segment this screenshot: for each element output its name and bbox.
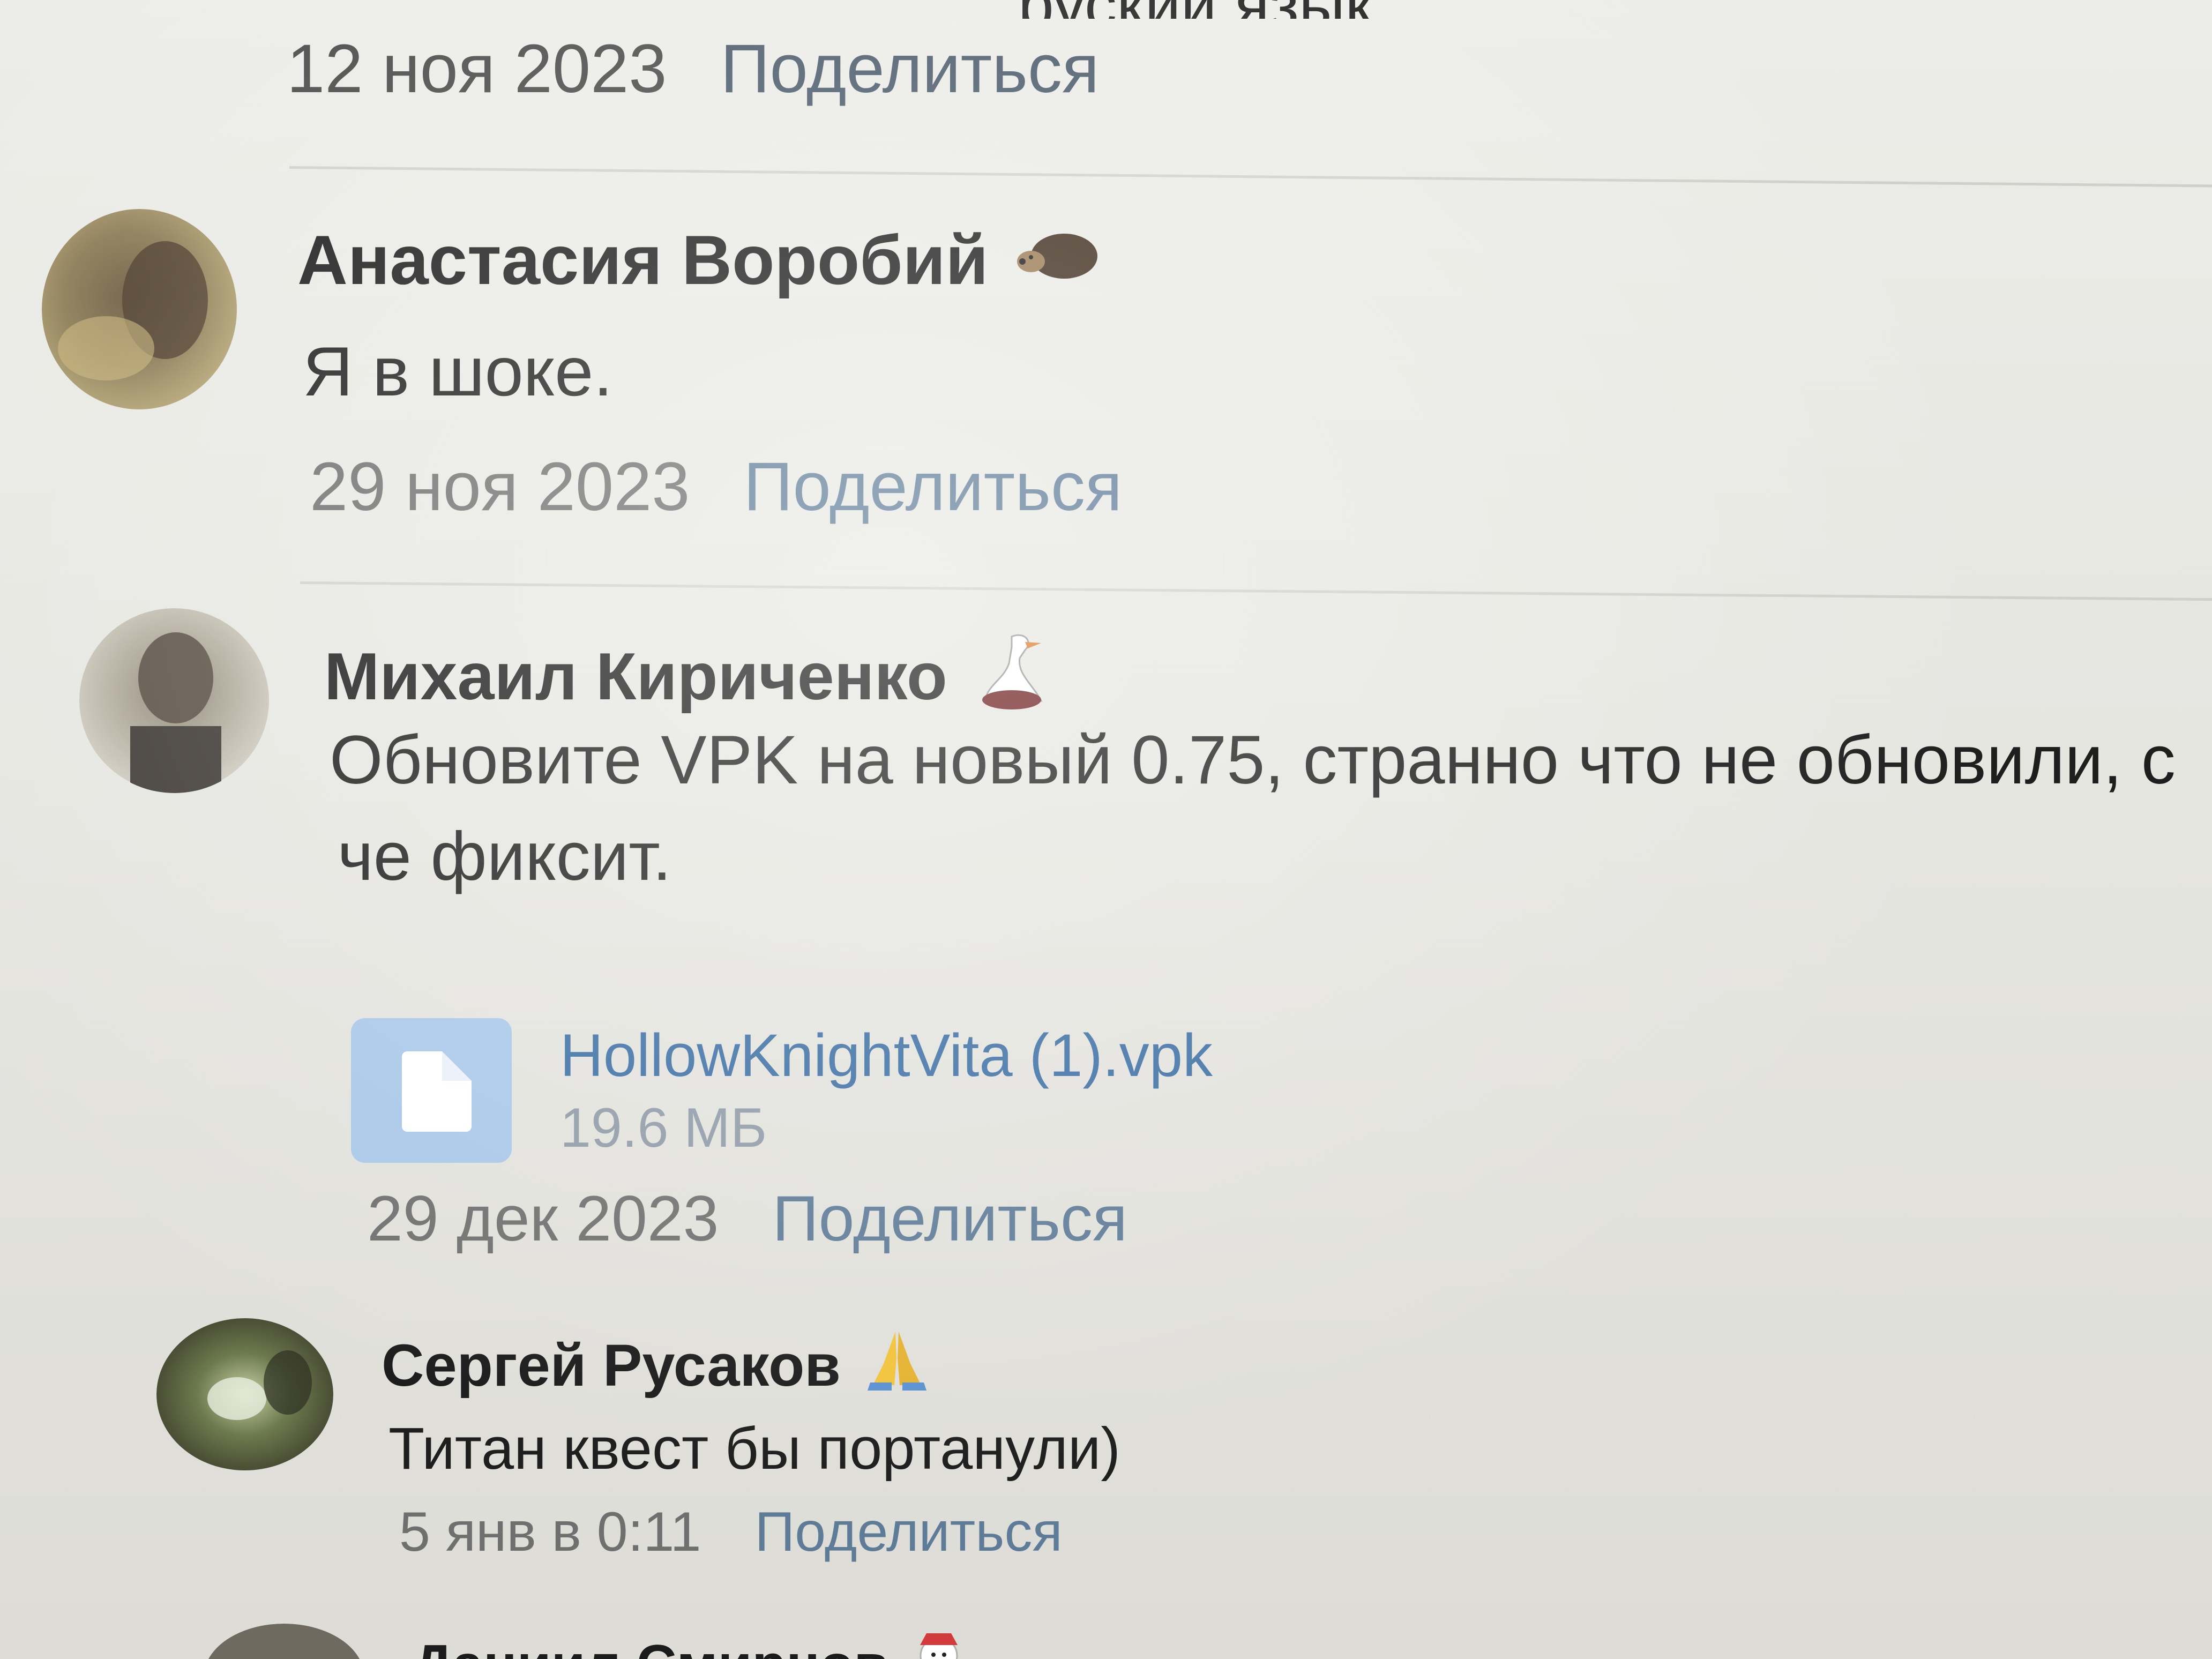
comment-divider — [289, 166, 2212, 188]
comment-meta: 29 дек 2023 Поделиться — [367, 1182, 1127, 1256]
comment-text: Я в шоке. — [303, 332, 613, 410]
share-link[interactable]: Поделиться — [720, 29, 1099, 108]
comment-divider — [300, 581, 2212, 601]
file-size: 19.6 МБ — [560, 1097, 767, 1159]
author-name: Михаил Кириченко — [324, 639, 947, 714]
file-name-link[interactable]: HollowKnightVita (1).vpk — [560, 1021, 1213, 1090]
top-comment-text: руский язык — [1018, 0, 1373, 19]
top-comment-fragment: руский язык — [289, 0, 2212, 19]
goose-icon — [974, 626, 1049, 727]
comment-meta: 5 янв в 0:11 Поделиться — [399, 1500, 1063, 1564]
avatar[interactable] — [79, 608, 270, 793]
comment-author[interactable]: Михаил Кириченко — [324, 626, 1049, 727]
share-link[interactable]: Поделиться — [772, 1182, 1127, 1256]
file-icon — [351, 1018, 512, 1163]
comment-author[interactable]: Анастасия Воробий — [297, 220, 1101, 300]
comment-date: 12 ноя 2023 — [287, 31, 667, 107]
avatar[interactable] — [42, 209, 237, 410]
file-attachment[interactable]: HollowKnightVita (1).vpk 19.6 МБ — [351, 1018, 1213, 1163]
avatar[interactable] — [204, 1624, 364, 1659]
hedgehog-icon — [1015, 220, 1101, 300]
comment-meta: 29 ноя 2023 Поделиться — [310, 447, 1122, 526]
comment-author[interactable]: Сергей Русаков — [382, 1326, 932, 1404]
share-link[interactable]: Поделиться — [743, 447, 1122, 526]
comment-date: 5 янв в 0:11 — [399, 1501, 701, 1563]
comment-text: Титан квест бы портанули) — [388, 1416, 1120, 1482]
author-name: Даниил Смирнов — [413, 1633, 888, 1659]
top-comment-meta: 12 ноя 2023 Поделиться — [287, 29, 1099, 108]
comment-text: че фиксит. — [338, 818, 672, 895]
avatar[interactable] — [156, 1318, 333, 1471]
snowman-icon — [909, 1629, 968, 1659]
comment-author[interactable]: Даниил Смирнов — [413, 1629, 968, 1659]
comment-date: 29 ноя 2023 — [310, 449, 690, 525]
author-name: Сергей Русаков — [382, 1332, 841, 1399]
pray-icon — [862, 1326, 932, 1404]
share-link[interactable]: Поделиться — [754, 1500, 1062, 1564]
comment-text: Обновите VPK на новый 0.75, странно что … — [330, 722, 2176, 798]
author-name: Анастасия Воробий — [297, 221, 989, 299]
comment-date: 29 дек 2023 — [367, 1183, 719, 1254]
comments-screen: руский язык 12 ноя 2023 Поделиться — [0, 0, 2212, 1659]
